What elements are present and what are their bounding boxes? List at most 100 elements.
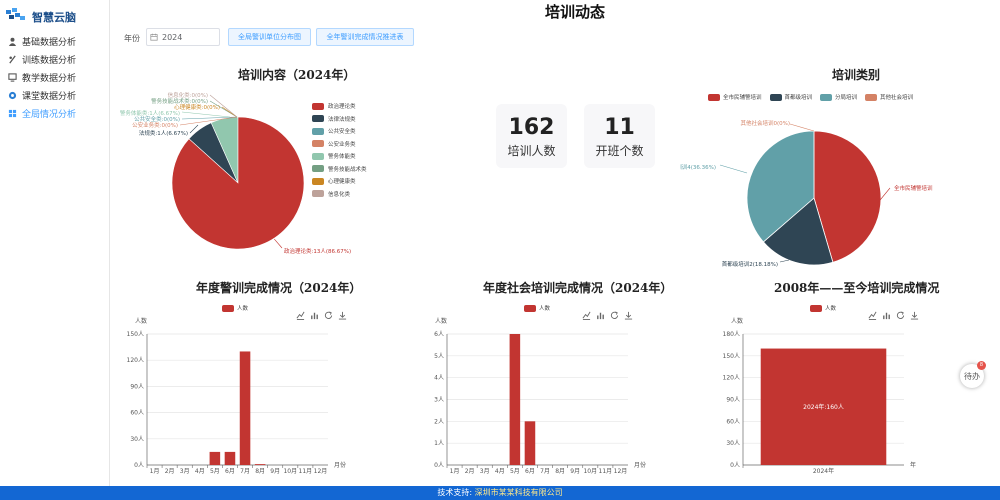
y-tick-label: 30人	[726, 440, 740, 447]
todo-float-button[interactable]: 待办 8	[960, 361, 986, 388]
stat-value: 162	[508, 115, 555, 140]
line-chart-icon[interactable]	[582, 305, 591, 320]
legend-item[interactable]: 心理健康类	[312, 175, 367, 188]
sidebar-item-training-data[interactable]: 训练数据分析	[8, 52, 108, 66]
pie-slice-label: 信息化类:0(0%)	[168, 91, 208, 99]
police-chart-title: 年度警训完成情况（2024年）	[196, 281, 362, 295]
legend-swatch	[312, 177, 324, 185]
x-axis-title: 月份	[334, 461, 346, 469]
download-icon[interactable]	[910, 305, 919, 320]
legend-swatch	[312, 102, 324, 110]
legend-item[interactable]: 全市民辅警培训	[708, 93, 762, 101]
year-value: 2024	[162, 32, 183, 42]
total-legend: 人数	[810, 304, 844, 312]
x-tick-label: 5月	[210, 468, 220, 475]
x-axis-title: 年	[910, 461, 916, 469]
footer: 技术支持: 深圳市某某科技有限公司	[0, 486, 1000, 500]
sidebar: 智慧云脑 基础数据分析 训练数据分析 教学数据分析 课堂数据分析 全局情况分析	[0, 0, 110, 486]
pie-leader-line	[779, 259, 790, 263]
legend-item[interactable]: 分局培训	[820, 93, 857, 101]
pie-slice-label: 警务体能类:1人(6.67%)	[120, 109, 180, 117]
legend-item[interactable]: 公安业务类	[312, 138, 367, 151]
sidebar-item-label: 课堂数据分析	[22, 91, 77, 102]
training-icon	[9, 55, 16, 63]
legend-item[interactable]: 法律法规类	[312, 113, 367, 126]
bar	[254, 464, 266, 465]
x-tick-label: 12月	[614, 468, 628, 475]
legend-item[interactable]: 其他社会培训	[865, 93, 913, 101]
year-picker[interactable]: 2024	[146, 28, 220, 46]
social-chart-title: 年度社会培训完成情况（2024年）	[483, 281, 673, 295]
x-tick-label: 7月	[540, 468, 550, 475]
bar-chart-icon[interactable]	[596, 305, 605, 320]
unit-distribution-button[interactable]: 全局警训单位分布图	[228, 28, 311, 46]
legend-swatch	[524, 304, 536, 312]
legend-swatch	[312, 190, 324, 198]
progress-table-button[interactable]: 全年警训完成情况推进表	[316, 28, 414, 46]
line-chart-icon[interactable]	[868, 305, 877, 320]
x-tick-label: 2024年	[813, 467, 834, 475]
todo-label: 待办	[964, 371, 980, 381]
total-chart-title: 2008年——至今培训完成情况	[774, 281, 940, 295]
y-tick-label: 3人	[434, 397, 444, 404]
x-tick-label: 4月	[195, 468, 205, 475]
legend-item[interactable]: 政治理论类	[312, 100, 367, 113]
teaching-icon	[8, 72, 17, 82]
pie-leader-line	[719, 164, 748, 174]
legend-item[interactable]: 首都级培训	[769, 93, 813, 101]
legend-swatch	[708, 93, 720, 101]
y-tick-label: 120人	[723, 375, 740, 382]
stat-label: 开班个数	[595, 144, 644, 158]
sidebar-item-global-analysis[interactable]: 全局情况分析	[8, 106, 108, 120]
legend-item[interactable]: 警务体能类	[312, 150, 367, 163]
x-tick-label: 1月	[150, 468, 160, 475]
legend-label: 公共安全类	[328, 129, 356, 136]
bar	[209, 451, 221, 465]
legend-item[interactable]: 警务技能战术类	[312, 163, 367, 176]
pie-slice-label: 心理健康类:0(0%)	[174, 103, 220, 111]
sidebar-item-classroom-data[interactable]: 课堂数据分析	[8, 88, 108, 102]
refresh-icon[interactable]	[324, 305, 333, 319]
x-tick-label: 11月	[299, 468, 313, 475]
download-icon[interactable]	[338, 305, 347, 320]
footer-company-link[interactable]: 深圳市某某科技有限公司	[475, 488, 563, 497]
legend-swatch	[810, 304, 822, 312]
bar-chart-icon[interactable]	[310, 305, 319, 320]
category-pie-chart: 全市民辅警培训首都级培训2(18.18%) 训训4(36.36%) 其他社会培训0(…	[680, 119, 933, 268]
x-tick-label: 10月	[583, 468, 597, 475]
y-tick-label: 90人	[130, 383, 144, 390]
legend-swatch	[312, 140, 324, 148]
x-tick-label: 6月	[225, 468, 235, 475]
refresh-icon[interactable]	[610, 305, 619, 319]
classroom-icon	[8, 91, 17, 99]
y-tick-label: 2人	[434, 418, 444, 425]
pie-leader-line	[789, 123, 815, 132]
y-axis-title: 人数	[435, 317, 447, 325]
y-tick-label: 90人	[726, 397, 740, 404]
page-title: 培训动态	[544, 3, 605, 21]
sidebar-item-label: 训练数据分析	[22, 55, 77, 66]
legend-item[interactable]: 信息化类	[312, 188, 367, 201]
stat-label: 培训人数	[507, 144, 556, 158]
category-legend: 全市民辅警培训 首都级培训 分局培训 其他社会培训	[708, 93, 921, 101]
download-icon[interactable]	[624, 305, 633, 320]
sidebar-item-basic-data[interactable]: 基础数据分析	[8, 34, 108, 48]
x-tick-label: 5月	[510, 468, 520, 475]
line-chart-icon[interactable]	[296, 305, 305, 320]
refresh-icon[interactable]	[896, 305, 905, 319]
legend-item[interactable]: 公共安全类	[312, 125, 367, 138]
y-tick-label: 4人	[434, 375, 444, 382]
legend-label: 首都级培训	[784, 95, 813, 101]
y-tick-label: 180人	[723, 331, 740, 338]
legend-swatch	[312, 165, 324, 173]
x-tick-label: 8月	[555, 468, 565, 475]
bar	[239, 351, 251, 465]
bar-chart-icon[interactable]	[882, 305, 891, 320]
legend-label: 人数	[539, 306, 551, 312]
stat-value: 11	[604, 115, 635, 140]
bar	[524, 421, 536, 465]
x-tick-label: 9月	[570, 468, 580, 475]
sidebar-item-teaching-data[interactable]: 教学数据分析	[8, 70, 108, 84]
y-tick-label: 0人	[730, 462, 740, 469]
legend-swatch	[820, 93, 833, 101]
